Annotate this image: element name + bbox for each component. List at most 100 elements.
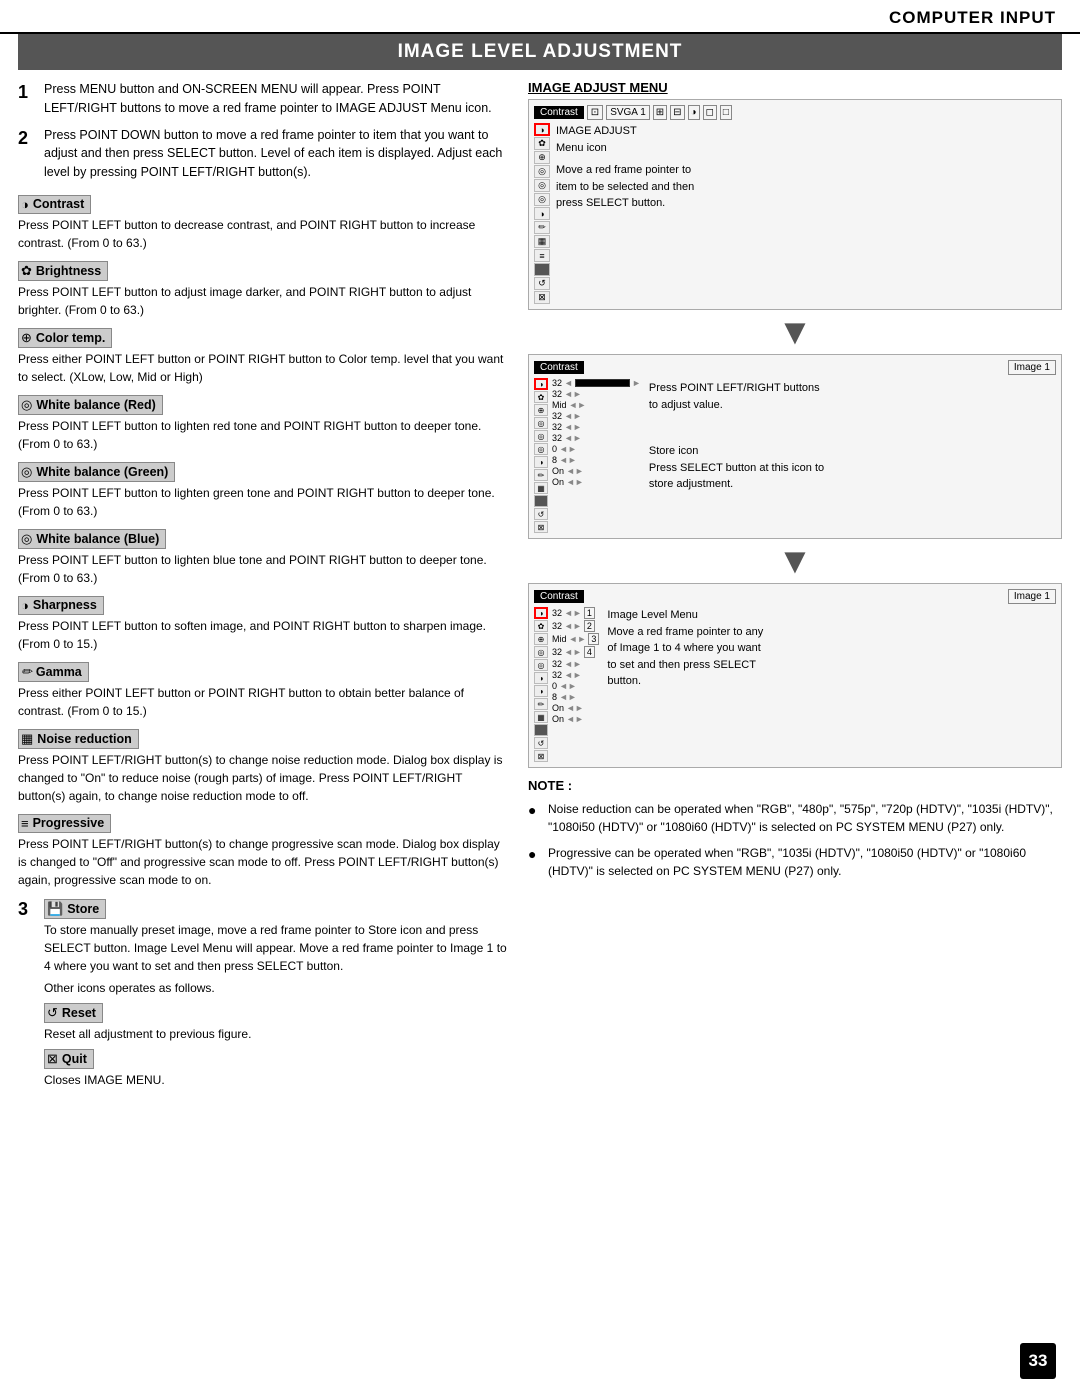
brightness-icon: ✿	[21, 263, 32, 279]
menu3-icon-4: ◎	[534, 659, 548, 671]
menu2-icon-store	[534, 495, 548, 507]
menu2-bar-label2: Image 1	[1008, 360, 1056, 375]
menu-icon-2: ⊕	[534, 151, 550, 164]
sharpness-label: Sharpness	[33, 598, 97, 612]
menu-bar-btn3: ◑	[688, 105, 700, 120]
menu-icon-9: ≡	[534, 249, 550, 262]
menu-bar-btn1: ⊞	[653, 105, 667, 120]
store-label: Store	[67, 902, 99, 916]
menu-diagram-3: Contrast Image 1 ◑ ✿ ⊕ ◎ ◎ ◑ ◑ ✏ ▦ ↺ ⊠	[528, 583, 1062, 768]
note-bullet-1: ● Noise reduction can be operated when "…	[528, 800, 1062, 836]
menu3-annotation: Image Level Menu Move a red frame pointe…	[603, 607, 763, 762]
val-row-0: 32◄ ►	[552, 378, 641, 388]
menu-icon-11: ↺	[534, 277, 550, 290]
menu3-icon-5: ◑	[534, 672, 548, 684]
color-temp-icon: ⊕	[21, 330, 32, 346]
item-wb-green: ◎ White balance (Green) Press POINT LEFT…	[18, 457, 508, 520]
val-row-6: 0◄►	[552, 444, 641, 454]
item-gamma: ✏ Gamma Press either POINT LEFT button o…	[18, 657, 508, 720]
brightness-label: Brightness	[36, 264, 101, 278]
item-color-temp: ⊕ Color temp. Press either POINT LEFT bu…	[18, 323, 508, 386]
menu2-icon-2: ⊕	[534, 404, 548, 416]
menu3-icon-1: ✿	[534, 620, 548, 632]
menu3-icon-2: ⊕	[534, 633, 548, 645]
menu-diagram-2: Contrast Image 1 ◑ ✿ ⊕ ◎ ◎ ◎ ◑ ✏ ▦ ↺ ⊠	[528, 354, 1062, 539]
quit-desc: Closes IMAGE MENU.	[44, 1071, 508, 1089]
menu2-icon-6: ◑	[534, 456, 548, 468]
menu3-icon-store	[534, 724, 548, 736]
menu-icon-8: ▦	[534, 235, 550, 248]
val-row-1: 32◄►	[552, 389, 641, 399]
menu2-icon-7: ✏	[534, 469, 548, 481]
wb-blue-label: White balance (Blue)	[36, 532, 159, 546]
menu-bar-icon: ⊡	[587, 105, 603, 120]
step-1: 1 Press MENU button and ON-SCREEN MENU w…	[18, 80, 508, 118]
menu3-icon-10: ⊠	[534, 750, 548, 762]
reset-header: ↺ Reset	[44, 1003, 103, 1023]
wb-green-label: White balance (Green)	[36, 465, 168, 479]
item-contrast: ◑ Contrast Press POINT LEFT button to de…	[18, 190, 508, 252]
store-annotation: Store icon Press SELECT button at this i…	[649, 443, 824, 493]
item-sharpness-header: ◑ Sharpness	[18, 596, 104, 615]
menu3-val-7: 8◄►	[552, 692, 599, 702]
note-bullet-2: ● Progressive can be operated when "RGB"…	[528, 844, 1062, 880]
menu-bar-btn5: □	[720, 105, 732, 120]
menu3-icon-3: ◎	[534, 646, 548, 658]
menu3-val-2: Mid◄►3	[552, 633, 599, 645]
step-1-number: 1	[18, 80, 36, 118]
item-brightness: ✿ Brightness Press POINT LEFT button to …	[18, 256, 508, 319]
bullet-icon-1: ●	[528, 800, 542, 836]
val-row-8: On◄►	[552, 466, 641, 476]
left-column: 1 Press MENU button and ON-SCREEN MENU w…	[18, 80, 508, 1093]
color-temp-label: Color temp.	[36, 331, 105, 345]
note-section: NOTE : ● Noise reduction can be operated…	[528, 776, 1062, 880]
step-2-text: Press POINT DOWN button to move a red fr…	[44, 126, 508, 182]
val-row-9: On◄►	[552, 477, 641, 487]
menu-bar-btn2: ⊟	[670, 105, 684, 120]
arrow-down-1: ▼	[528, 314, 1062, 350]
gamma-icon: ✏	[21, 664, 32, 680]
menu2-icon-4: ◎	[534, 430, 548, 442]
menu-diagram-1-annotation: IMAGE ADJUST Menu icon Move a red frame …	[556, 123, 694, 304]
wb-red-label: White balance (Red)	[36, 398, 155, 412]
menu3-values-col: 32◄►1 32◄►2 Mid◄►3 32◄►4 32◄► 32◄► 0◄► 8…	[552, 607, 599, 762]
brightness-desc: Press POINT LEFT button to adjust image …	[18, 283, 508, 319]
menu2-icon-1: ✿	[534, 391, 548, 403]
reset-desc: Reset all adjustment to previous figure.	[44, 1025, 508, 1043]
menu3-val-5: 32◄►	[552, 670, 599, 680]
item-wb-blue-header: ◎ White balance (Blue)	[18, 529, 166, 549]
item-noise-reduction-header: ▦ Noise reduction	[18, 729, 139, 749]
other-icons-text: Other icons operates as follows.	[44, 979, 508, 997]
menu-icon-6: ◑	[534, 207, 550, 220]
wb-blue-desc: Press POINT LEFT button to lighten blue …	[18, 551, 508, 587]
move-pointer-annotation: Move a red frame pointer to item to be s…	[556, 162, 694, 212]
wb-blue-icon: ◎	[21, 531, 32, 547]
menu-icons-column-1: ◑ ✿ ⊕ ◎ ◎ ◎ ◑ ✏ ▦ ≡ ↺ ⊠	[534, 123, 550, 304]
menu2-icon-9: ↺	[534, 508, 548, 520]
menu3-val-1: 32◄►2	[552, 620, 599, 632]
menu-icon-10	[534, 263, 550, 276]
step-2: 2 Press POINT DOWN button to move a red …	[18, 126, 508, 182]
item-sharpness: ◑ Sharpness Press POINT LEFT button to s…	[18, 591, 508, 653]
menu-icon-5: ◎	[534, 193, 550, 206]
wb-green-icon: ◎	[21, 464, 32, 480]
menu-bar-contrast: Contrast	[534, 106, 584, 119]
item-contrast-header: ◑ Contrast	[18, 195, 91, 214]
image-adjust-annotation: IMAGE ADJUST Menu icon	[556, 123, 694, 156]
sharpness-icon: ◑	[21, 598, 29, 613]
menu2-values-col: 32◄ ► 32◄► Mid◄► 32◄► 32◄► 32◄► 0◄► 8◄► …	[552, 378, 641, 533]
menu-icon-selected: ◑	[534, 123, 550, 136]
menu-diagram-1: Contrast ⊡ SVGA 1 ⊞ ⊟ ◑ ◻ □ ◑ ✿ ⊕ ◎ ◎ ◎ …	[528, 99, 1062, 310]
menu-icon-1: ✿	[534, 137, 550, 150]
noise-reduction-icon: ▦	[21, 731, 33, 747]
menu3-val-9: On◄►	[552, 714, 599, 724]
item-color-temp-header: ⊕ Color temp.	[18, 328, 112, 348]
contrast-label: Contrast	[33, 197, 84, 211]
wb-green-desc: Press POINT LEFT button to lighten green…	[18, 484, 508, 520]
color-temp-desc: Press either POINT LEFT button or POINT …	[18, 350, 508, 386]
menu3-bar-label: Contrast	[534, 590, 584, 603]
quit-header: ⊠ Quit	[44, 1049, 94, 1069]
menu3-icon-0: ◑	[534, 607, 548, 619]
menu3-val-4: 32◄►	[552, 659, 599, 669]
menu2-icon-0: ◑	[534, 378, 548, 390]
